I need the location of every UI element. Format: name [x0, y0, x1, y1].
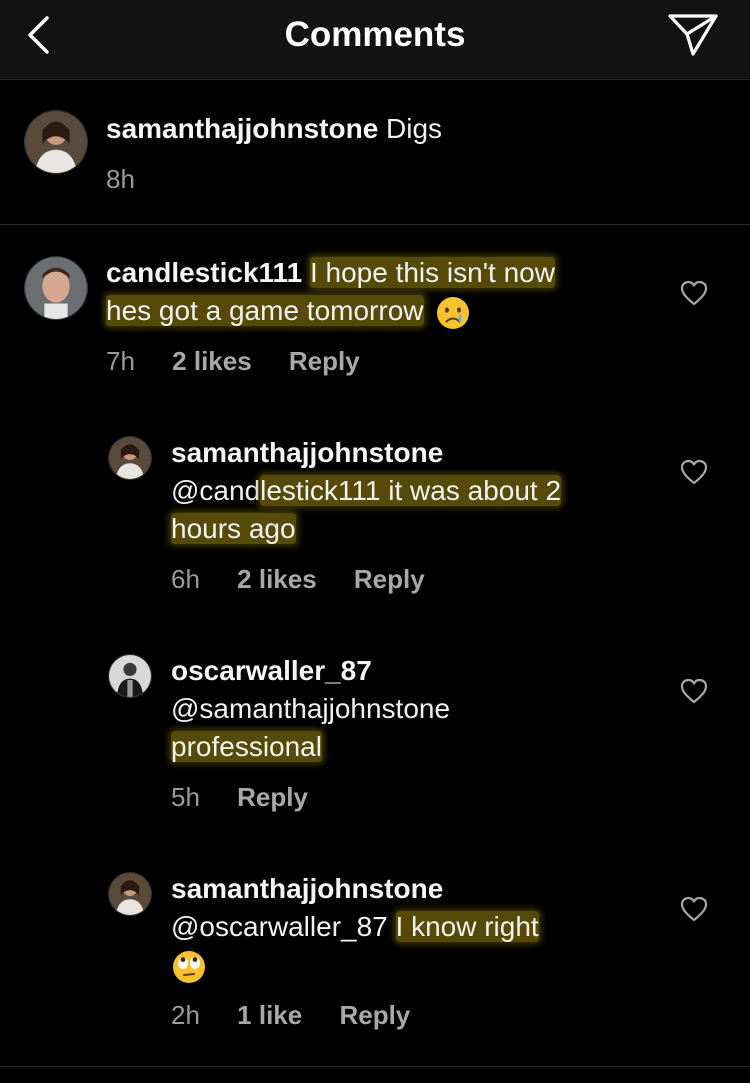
avatar[interactable]	[108, 872, 152, 916]
caption-time: 8h	[106, 164, 135, 194]
comment-mention[interactable]: @oscarwaller_87	[171, 911, 388, 942]
reply-button[interactable]: Reply	[289, 346, 360, 376]
profile-photo-icon	[25, 257, 87, 319]
caption-username[interactable]: samanthajjohnstone	[106, 113, 378, 144]
comment-meta: 2h 1 like Reply	[171, 1000, 440, 1031]
like-button[interactable]	[680, 280, 708, 306]
comment-time: 6h	[171, 564, 200, 594]
comment-likes[interactable]: 2 likes	[172, 346, 252, 376]
page-title: Comments	[284, 15, 466, 54]
comment-username[interactable]: samanthajjohnstone	[171, 437, 443, 468]
comment-username[interactable]: oscarwaller_87	[171, 655, 372, 686]
comment-time: 7h	[106, 346, 135, 376]
like-button[interactable]	[680, 678, 708, 704]
caption-body: Digs	[386, 113, 443, 144]
comment-likes[interactable]: 1 like	[237, 1000, 302, 1030]
comment-text: oscarwaller_87 @samanthajjohnstone profe…	[171, 652, 651, 766]
avatar[interactable]	[24, 256, 88, 320]
post-caption: samanthajjohnstone Digs 8h	[0, 80, 750, 225]
comment-meta: 5h Reply	[171, 782, 338, 813]
avatar[interactable]	[108, 436, 152, 480]
profile-photo-icon	[109, 437, 151, 479]
like-button[interactable]	[680, 896, 708, 922]
reply-button[interactable]: Reply	[237, 782, 308, 812]
profile-photo-icon	[109, 655, 151, 697]
profile-photo-icon	[25, 111, 87, 173]
divider	[0, 1066, 750, 1067]
comment-text: samanthajjohnstone @candlestick111 it wa…	[171, 434, 651, 548]
comment-meta: 6h 2 likes Reply	[171, 564, 455, 595]
comment-body-continued: hours ago	[171, 513, 296, 544]
heart-icon	[680, 678, 708, 704]
comment-body-continued: hes got a game tomorrow	[106, 295, 424, 326]
avatar[interactable]	[24, 110, 88, 174]
crying-face-emoji	[437, 296, 470, 329]
heart-icon	[680, 459, 708, 485]
comment-time: 2h	[171, 1000, 200, 1030]
paper-plane-icon	[668, 14, 718, 56]
header-bar: Comments	[0, 0, 750, 80]
send-button[interactable]	[666, 10, 722, 60]
comment-text: candlestick111 I hope this isn't now hes…	[106, 254, 666, 331]
comment-username[interactable]: samanthajjohnstone	[171, 873, 443, 904]
profile-photo-icon	[109, 873, 151, 915]
comment-body: professional	[171, 731, 322, 762]
reply-button[interactable]: Reply	[354, 564, 425, 594]
comment-meta: 7h 2 likes Reply	[106, 346, 390, 377]
comment-body: I know right	[395, 911, 539, 942]
heart-icon	[680, 896, 708, 922]
face-with-rolling-eyes-emoji	[173, 950, 205, 983]
caption-meta: 8h	[106, 164, 165, 195]
comment-time: 5h	[171, 782, 200, 812]
avatar[interactable]	[108, 654, 152, 698]
comment-mention[interactable]: @cand	[171, 475, 260, 506]
comment-body: I hope this isn't now	[309, 257, 555, 288]
comment-text: samanthajjohnstone @oscarwaller_87 I kno…	[171, 870, 651, 985]
like-button[interactable]	[680, 459, 708, 485]
comment-body: lestick111 it was about 2	[260, 475, 562, 506]
heart-icon	[680, 280, 708, 306]
caption-text: samanthajjohnstone Digs	[106, 110, 706, 148]
comment-mention[interactable]: @samanthajjohnstone	[171, 693, 450, 724]
comment-likes[interactable]: 2 likes	[237, 564, 317, 594]
comment-username[interactable]: candlestick111	[106, 257, 302, 288]
reply-button[interactable]: Reply	[339, 1000, 410, 1030]
